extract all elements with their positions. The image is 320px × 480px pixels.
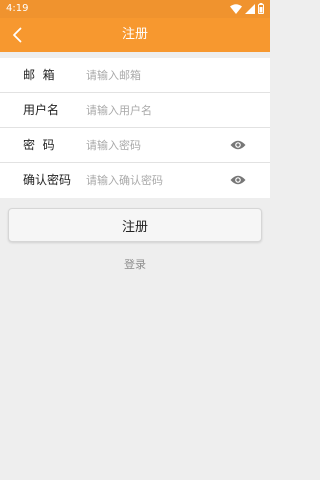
username-field[interactable]: [84, 101, 228, 120]
username-label: 用户名: [23, 103, 60, 117]
eye-icon[interactable]: [230, 139, 246, 151]
login-link[interactable]: 登录: [0, 255, 270, 275]
wifi-icon: [230, 3, 242, 14]
cell-signal-icon: [245, 3, 255, 14]
password-field[interactable]: [84, 136, 228, 155]
page-title: 注册: [121, 27, 148, 42]
email-row: 邮 箱: [0, 58, 270, 93]
email-label: 邮 箱: [23, 68, 55, 82]
email-field[interactable]: [84, 66, 228, 85]
confirm-password-label: 确认密码: [23, 173, 72, 187]
confirm-password-row: 确认密码: [0, 163, 270, 198]
app-bar: 注册: [0, 18, 270, 52]
register-button[interactable]: 注册: [8, 208, 262, 242]
status-icons: [230, 3, 264, 14]
register-form: 邮 箱 用户名 密 码 确认密码: [0, 58, 270, 198]
password-label: 密 码: [23, 138, 55, 152]
status-bar: 4:19: [0, 0, 270, 18]
status-time: 4:19: [6, 3, 29, 14]
username-row: 用户名: [0, 93, 270, 128]
confirm-password-field[interactable]: [84, 171, 228, 190]
password-row: 密 码: [0, 128, 270, 163]
battery-icon: [258, 3, 264, 14]
eye-icon[interactable]: [230, 174, 246, 186]
